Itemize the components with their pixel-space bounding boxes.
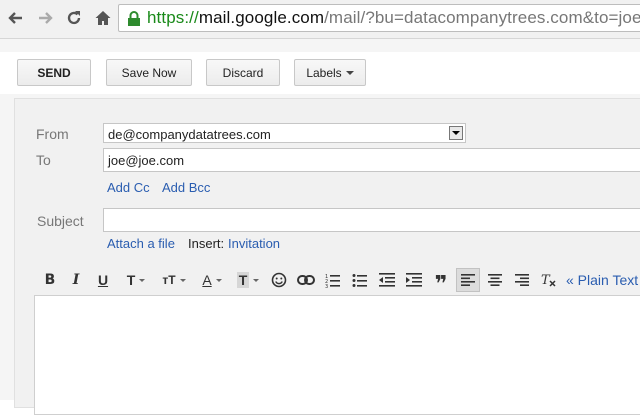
labels-button-label: Labels: [306, 65, 342, 80]
url-scheme: https://: [147, 8, 199, 27]
emoji-button[interactable]: [268, 268, 290, 292]
message-body-editor[interactable]: [34, 295, 640, 415]
text-color-icon: A: [202, 272, 212, 288]
font-button[interactable]: T: [120, 268, 152, 292]
bold-button[interactable]: B: [40, 268, 60, 292]
save-now-button[interactable]: Save Now: [106, 59, 192, 86]
chevron-down-icon: [215, 278, 222, 282]
font-size-button[interactable]: тT: [158, 268, 190, 292]
align-left-icon: [461, 274, 475, 286]
font-icon: T: [126, 272, 136, 288]
forward-button[interactable]: [33, 6, 57, 30]
attach-file-link[interactable]: Attach a file: [107, 236, 175, 251]
italic-button[interactable]: I: [66, 268, 86, 292]
send-button[interactable]: SEND: [17, 59, 91, 86]
align-center-button[interactable]: [484, 268, 506, 292]
align-right-button[interactable]: [511, 268, 533, 292]
subject-label: Subject: [37, 213, 84, 229]
url-text: https://mail.google.com/mail/?bu=datacom…: [147, 8, 640, 28]
link-icon: [297, 275, 315, 285]
outdent-button[interactable]: [376, 268, 398, 292]
chevron-down-icon: [179, 278, 186, 282]
highlight-color-button[interactable]: T: [232, 268, 264, 292]
underline-button[interactable]: U: [93, 268, 113, 292]
indent-icon: [406, 273, 422, 287]
insert-label: Insert:: [188, 236, 225, 251]
align-center-icon: [488, 274, 502, 286]
numbered-list-icon: 1 2 3: [325, 274, 340, 288]
plain-text-link[interactable]: « Plain Text: [566, 272, 638, 288]
chevron-down-icon: [139, 278, 146, 282]
url-path: /mail/?bu=datacompanytrees.com&to=joe@j: [324, 8, 640, 27]
svg-text:3: 3: [325, 284, 328, 288]
add-bcc-link[interactable]: Add Bcc: [162, 180, 210, 195]
text-color-button[interactable]: A: [196, 268, 228, 292]
invitation-link[interactable]: Invitation: [228, 236, 280, 251]
link-button[interactable]: [295, 268, 317, 292]
quote-icon: ❞: [434, 271, 448, 296]
from-label: From: [36, 126, 69, 142]
outdent-icon: [379, 273, 395, 287]
align-left-button[interactable]: [456, 268, 480, 292]
url-host: mail.google.com: [198, 8, 325, 27]
chevron-down-icon: [253, 278, 260, 282]
smiley-icon: [271, 272, 287, 288]
browser-toolbar: https://mail.google.com/mail/?bu=datacom…: [0, 0, 640, 39]
bulleted-list-button[interactable]: [349, 268, 371, 292]
bulleted-list-icon: [352, 274, 367, 287]
home-button[interactable]: [91, 6, 115, 30]
numbered-list-button[interactable]: 1 2 3: [322, 268, 344, 292]
remove-formatting-icon: T: [541, 273, 556, 288]
chevron-down-icon: [449, 126, 463, 140]
quote-button[interactable]: ❞: [430, 268, 452, 296]
align-right-icon: [515, 274, 529, 286]
to-value: joe@joe.com: [108, 153, 185, 168]
reload-button[interactable]: [62, 6, 86, 30]
labels-dropdown-button[interactable]: Labels: [294, 59, 366, 86]
lock-icon: [128, 11, 140, 26]
to-field[interactable]: joe@joe.com: [103, 148, 640, 172]
subject-field[interactable]: [103, 208, 640, 232]
discard-button[interactable]: Discard: [206, 59, 280, 86]
indent-button[interactable]: [403, 268, 425, 292]
back-arrow-icon: [8, 12, 22, 24]
svg-text:T: T: [541, 273, 551, 288]
forward-arrow-icon: [39, 12, 53, 24]
remove-formatting-button[interactable]: T: [538, 268, 560, 292]
from-value: de@companydatatrees.com: [108, 127, 271, 142]
home-icon: [95, 11, 111, 25]
to-label: To: [36, 152, 51, 168]
chevron-down-icon: [345, 70, 354, 75]
font-size-icon: тT: [162, 273, 176, 287]
reload-icon: [67, 11, 81, 25]
highlight-icon: T: [236, 272, 250, 288]
from-select[interactable]: de@companydatatrees.com: [103, 123, 466, 143]
back-button[interactable]: [4, 6, 28, 30]
add-cc-link[interactable]: Add Cc: [107, 180, 150, 195]
address-bar[interactable]: https://mail.google.com/mail/?bu=datacom…: [118, 4, 640, 32]
